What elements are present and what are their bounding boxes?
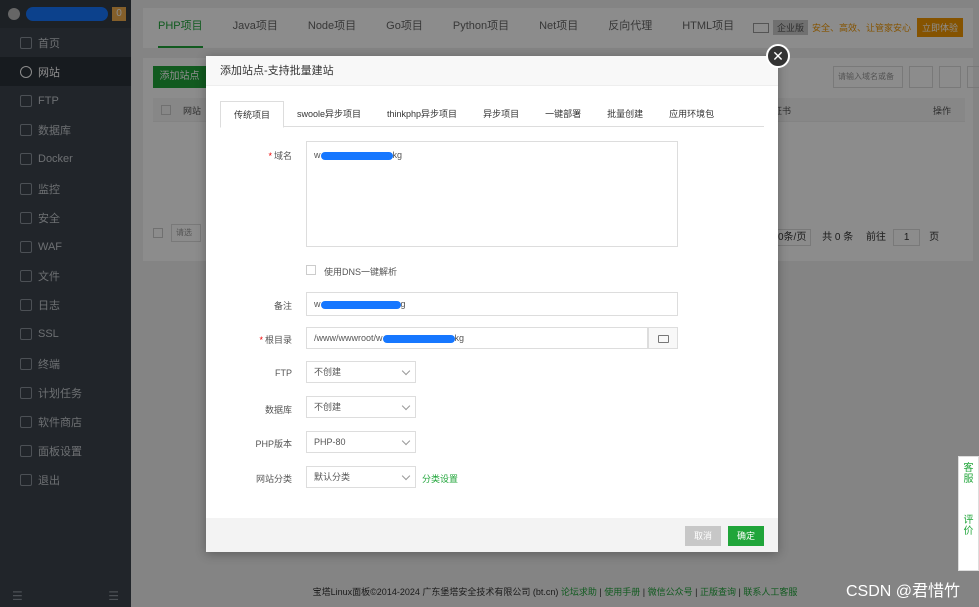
dialog-tab-3[interactable]: 异步项目 <box>470 101 532 127</box>
ftp-label: FTP <box>275 368 292 378</box>
root-path-input[interactable]: /www/wwwroot/w kg <box>306 327 648 349</box>
folder-icon <box>658 335 669 343</box>
add-site-dialog: 添加站点-支持批量建站 传统项目 swoole异步项目 thinkphp异步项目 异步… <box>206 56 778 552</box>
db-label: 数据库 <box>264 405 292 415</box>
dialog-tab-6[interactable]: 应用环境包 <box>656 101 727 127</box>
dialog-tab-4[interactable]: 一键部署 <box>532 101 594 127</box>
remark-input[interactable]: wg <box>306 292 678 316</box>
redacted-remark <box>320 300 401 309</box>
confirm-button[interactable]: 确定 <box>728 526 764 546</box>
dns-label: 使用DNS一键解析 <box>324 267 398 277</box>
close-icon[interactable]: ✕ <box>766 44 790 68</box>
float-panel: 客服 评价 <box>958 456 979 571</box>
dialog-tabs: 传统项目 swoole异步项目 thinkphp异步项目 异步项目 一键部署 批量创建 应用… <box>220 101 764 128</box>
dialog-tab-1[interactable]: swoole异步项目 <box>284 101 374 127</box>
chevron-down-icon <box>401 366 411 376</box>
category-select[interactable]: 默认分类 <box>306 466 416 488</box>
remark-label: 备注 <box>273 301 292 311</box>
domain-label: * 域名 <box>268 151 292 161</box>
dialog-tab-5[interactable]: 批量创建 <box>594 101 656 127</box>
dialog-tab-0[interactable]: 传统项目 <box>220 101 285 128</box>
chevron-down-icon <box>401 401 411 411</box>
review-link[interactable]: 评价 <box>959 515 978 537</box>
domain-textarea[interactable]: w kg <box>306 141 678 247</box>
chevron-down-icon <box>401 436 411 446</box>
chevron-down-icon <box>401 471 411 481</box>
dialog-tab-2[interactable]: thinkphp异步项目 <box>374 101 470 127</box>
php-label: PHP版本 <box>255 439 292 449</box>
redacted-root <box>382 334 455 343</box>
watermark: CSDN @君惜竹 <box>845 583 960 600</box>
dns-checkbox[interactable] <box>306 265 316 275</box>
category-label: 网站分类 <box>255 474 292 484</box>
browse-folder-button[interactable] <box>648 327 678 349</box>
php-select[interactable]: PHP-80 <box>306 431 416 453</box>
service-link[interactable]: 客服 <box>959 463 978 485</box>
dialog-title: 添加站点-支持批量建站 <box>206 56 778 86</box>
redacted-domain <box>320 151 393 160</box>
root-label: * 根目录 <box>259 335 292 345</box>
db-select[interactable]: 不创建 <box>306 396 416 418</box>
dialog-footer: 取消 确定 <box>206 518 778 552</box>
category-settings-link[interactable]: 分类设置 <box>422 472 458 485</box>
cancel-button[interactable]: 取消 <box>685 526 721 546</box>
ftp-select[interactable]: 不创建 <box>306 361 416 383</box>
